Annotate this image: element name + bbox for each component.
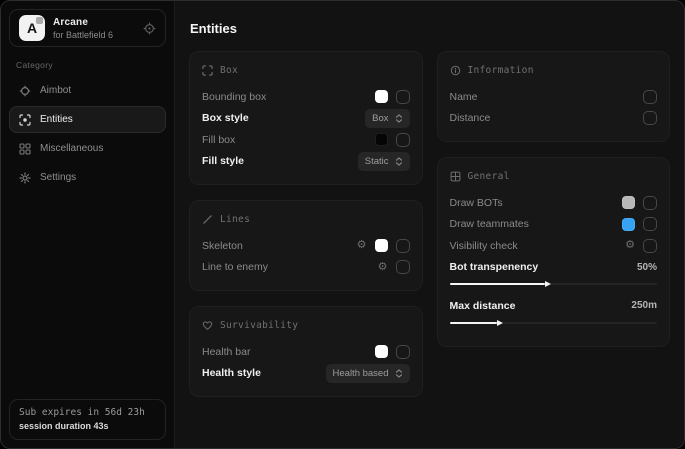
visibility-check-settings-gear-icon[interactable]: ⚙ bbox=[625, 240, 635, 251]
session-duration-text: session duration 43s bbox=[19, 421, 156, 431]
lines-card: Lines Skeleton ⚙ Line to enemy ⚙ bbox=[189, 200, 423, 291]
sidebar-item-label: Settings bbox=[40, 172, 76, 183]
card-title: General bbox=[468, 171, 510, 182]
app-logo: A bbox=[19, 15, 45, 41]
max-distance-group: Max distance 250m bbox=[450, 295, 658, 326]
information-card: Information Name Distance bbox=[437, 51, 671, 142]
chevrons-up-down-icon bbox=[395, 114, 403, 123]
health-bar-row: Health bar bbox=[202, 341, 410, 363]
distance-row: Distance bbox=[450, 108, 658, 130]
slider-thumb[interactable] bbox=[545, 281, 551, 287]
health-bar-checkbox[interactable] bbox=[396, 345, 410, 359]
survivability-card: Survivability Health bar Health style He… bbox=[189, 306, 423, 397]
fill-style-dropdown[interactable]: Static bbox=[358, 152, 410, 171]
fill-box-color-swatch[interactable] bbox=[375, 133, 388, 146]
fill-box-checkbox[interactable] bbox=[396, 133, 410, 147]
name-row: Name bbox=[450, 86, 658, 108]
card-title: Lines bbox=[220, 214, 250, 225]
max-distance-value: 250m bbox=[631, 300, 657, 311]
info-icon bbox=[450, 65, 461, 76]
line-to-enemy-checkbox[interactable] bbox=[396, 260, 410, 274]
target-icon[interactable] bbox=[143, 22, 156, 35]
bot-transparency-value: 50% bbox=[637, 262, 657, 273]
heart-icon bbox=[202, 320, 213, 331]
sidebar: A Arcane for Battlefield 6 Category Aimb… bbox=[1, 1, 175, 448]
brand-subtitle: for Battlefield 6 bbox=[53, 30, 113, 40]
sidebar-item-miscellaneous[interactable]: Miscellaneous bbox=[9, 135, 166, 162]
slider-thumb[interactable] bbox=[497, 320, 503, 326]
draw-bots-checkbox[interactable] bbox=[643, 196, 657, 210]
name-checkbox[interactable] bbox=[643, 90, 657, 104]
subscription-info-card: Sub expires in 56d 23h session duration … bbox=[9, 399, 166, 440]
draw-teammates-color-swatch[interactable] bbox=[622, 218, 635, 231]
scan-eye-icon bbox=[19, 114, 31, 126]
card-title: Box bbox=[220, 65, 238, 76]
sidebar-item-settings[interactable]: Settings bbox=[9, 164, 166, 191]
crosshair-icon bbox=[19, 85, 31, 97]
skeleton-checkbox[interactable] bbox=[396, 239, 410, 253]
card-title: Information bbox=[468, 65, 534, 76]
main-panel: Entities Box Bounding box bbox=[175, 1, 684, 448]
bounding-box-checkbox[interactable] bbox=[396, 90, 410, 104]
layout-grid-icon bbox=[450, 171, 461, 182]
logo-notch bbox=[36, 17, 43, 24]
health-style-row: Health style Health based bbox=[202, 363, 410, 385]
skeleton-settings-gear-icon[interactable]: ⚙ bbox=[357, 240, 367, 251]
draw-teammates-checkbox[interactable] bbox=[643, 217, 657, 231]
brand-name: Arcane bbox=[53, 17, 113, 28]
card-title: Survivability bbox=[220, 320, 298, 331]
bot-transparency-group: Bot transpenency 50% bbox=[450, 257, 658, 288]
max-distance-slider[interactable] bbox=[450, 320, 658, 326]
sidebar-item-label: Entities bbox=[40, 114, 73, 125]
grid-icon bbox=[19, 143, 31, 155]
sub-expires-text: Sub expires in 56d 23h bbox=[19, 407, 156, 418]
draw-bots-color-swatch[interactable] bbox=[622, 196, 635, 209]
visibility-check-row: Visibility check ⚙ bbox=[450, 235, 658, 257]
fill-box-row: Fill box bbox=[202, 129, 410, 151]
box-style-dropdown[interactable]: Box bbox=[365, 109, 409, 128]
draw-teammates-row: Draw teammates bbox=[450, 214, 658, 236]
skeleton-color-swatch[interactable] bbox=[375, 239, 388, 252]
distance-checkbox[interactable] bbox=[643, 111, 657, 125]
health-bar-color-swatch[interactable] bbox=[375, 345, 388, 358]
bot-transparency-slider[interactable] bbox=[450, 281, 658, 287]
line-to-enemy-settings-gear-icon[interactable]: ⚙ bbox=[378, 262, 388, 273]
line-to-enemy-row: Line to enemy ⚙ bbox=[202, 257, 410, 279]
visibility-check-checkbox[interactable] bbox=[643, 239, 657, 253]
sidebar-item-entities[interactable]: Entities bbox=[9, 106, 166, 133]
sidebar-item-label: Aimbot bbox=[40, 85, 71, 96]
skeleton-row: Skeleton ⚙ bbox=[202, 235, 410, 257]
category-label: Category bbox=[16, 60, 159, 70]
brand-card: A Arcane for Battlefield 6 bbox=[9, 9, 166, 47]
sidebar-item-aimbot[interactable]: Aimbot bbox=[9, 77, 166, 104]
fill-style-row: Fill style Static bbox=[202, 151, 410, 173]
sidebar-nav: Aimbot Entities Miscellaneous Settings bbox=[9, 77, 166, 193]
box-corners-icon bbox=[202, 65, 213, 76]
bounding-box-row: Bounding box bbox=[202, 86, 410, 108]
sidebar-item-label: Miscellaneous bbox=[40, 143, 103, 154]
box-card: Box Bounding box Box style Box bbox=[189, 51, 423, 185]
chevrons-up-down-icon bbox=[395, 157, 403, 166]
diagonal-line-icon bbox=[202, 214, 213, 225]
health-style-dropdown[interactable]: Health based bbox=[326, 364, 410, 383]
page-title: Entities bbox=[190, 21, 670, 36]
box-style-row: Box style Box bbox=[202, 108, 410, 130]
draw-bots-row: Draw BOTs bbox=[450, 192, 658, 214]
app-window: A Arcane for Battlefield 6 Category Aimb… bbox=[0, 0, 685, 449]
chevrons-up-down-icon bbox=[395, 369, 403, 378]
bounding-box-color-swatch[interactable] bbox=[375, 90, 388, 103]
general-card: General Draw BOTs Draw teammates bbox=[437, 157, 671, 347]
gear-icon bbox=[19, 172, 31, 184]
